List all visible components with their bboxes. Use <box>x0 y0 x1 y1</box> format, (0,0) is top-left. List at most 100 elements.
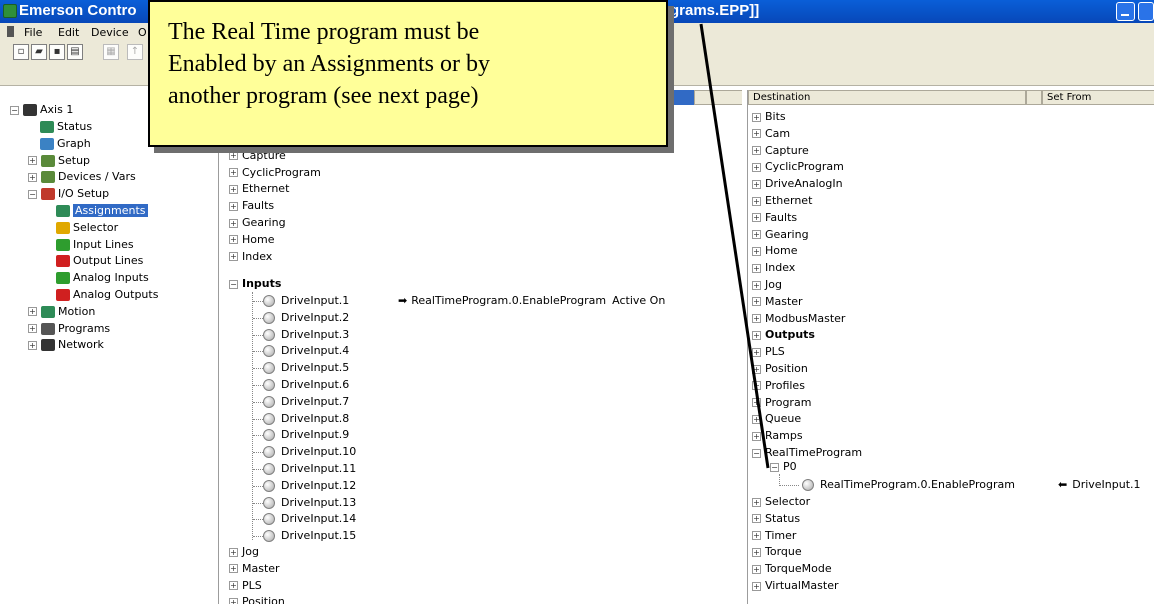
drive-input-item[interactable]: DriveInput.14 <box>263 511 356 527</box>
menu-online[interactable]: O <box>138 26 147 39</box>
maximize-button[interactable] <box>1138 2 1154 21</box>
source-group-capture[interactable]: + Capture <box>229 148 286 164</box>
drive-input-item[interactable]: DriveInput.9 <box>263 427 349 443</box>
tree-item-output-lines[interactable]: Output Lines <box>56 253 143 269</box>
destination-subgroup-p0[interactable]: − P0 <box>770 459 797 475</box>
destination-group-modbusmaster[interactable]: + ModbusMaster <box>752 311 845 327</box>
new-file-icon[interactable]: ▫ <box>13 44 29 60</box>
collapse-toggle-icon[interactable]: − <box>229 279 238 289</box>
drive-input-item[interactable]: DriveInput.7 <box>263 394 349 410</box>
source-group-ethernet[interactable]: + Ethernet <box>229 181 289 197</box>
drive-input-item[interactable]: DriveInput.10 <box>263 444 356 460</box>
expand-toggle-icon[interactable]: + <box>229 235 238 245</box>
drive-input-item[interactable]: DriveInput.13 <box>263 495 356 511</box>
destination-group-status[interactable]: + Status <box>752 511 800 527</box>
expand-toggle-icon[interactable]: + <box>752 162 761 172</box>
expand-toggle-icon[interactable]: + <box>752 581 761 591</box>
expand-toggle-icon[interactable]: + <box>752 564 761 574</box>
destination-group-cam[interactable]: + Cam <box>752 126 790 142</box>
expand-toggle-icon[interactable]: + <box>28 156 37 166</box>
menu-edit[interactable]: Edit <box>58 26 79 39</box>
source-group-master[interactable]: + Master <box>229 561 280 577</box>
destination-group-position[interactable]: + Position <box>752 361 808 377</box>
sort-arrow-icon[interactable] <box>1026 90 1042 105</box>
expand-toggle-icon[interactable]: + <box>752 196 761 206</box>
tree-item-analog-outputs[interactable]: Analog Outputs <box>56 287 158 303</box>
source-group-pls[interactable]: + PLS <box>229 578 262 594</box>
destination-group-realtimeprogram[interactable]: − RealTimeProgram <box>752 445 862 461</box>
assignment-entry[interactable]: ➡ RealTimeProgram.0.EnableProgram Active O… <box>398 293 665 309</box>
expand-toggle-icon[interactable]: + <box>28 172 37 182</box>
destination-group-index[interactable]: + Index <box>752 260 795 276</box>
expand-toggle-icon[interactable]: + <box>752 146 761 156</box>
expand-toggle-icon[interactable]: + <box>229 597 238 604</box>
expand-toggle-icon[interactable]: + <box>752 497 761 507</box>
expand-toggle-icon[interactable]: + <box>229 201 238 211</box>
destination-group-torquemode[interactable]: + TorqueMode <box>752 561 832 577</box>
destination-group-driveanalogin[interactable]: + DriveAnalogIn <box>752 176 843 192</box>
tree-item-status[interactable]: Status <box>40 119 92 135</box>
destination-group-virtualmaster[interactable]: + VirtualMaster <box>752 578 839 594</box>
expand-toggle-icon[interactable]: + <box>752 297 761 307</box>
destination-group-jog[interactable]: + Jog <box>752 277 782 293</box>
tree-item-graph[interactable]: Graph <box>40 136 91 152</box>
tree-item-analog-inputs[interactable]: Analog Inputs <box>56 270 149 286</box>
drive-input-item[interactable]: DriveInput.15 <box>263 528 356 544</box>
destination-group-queue[interactable]: + Queue <box>752 411 801 427</box>
tree-item-programs[interactable]: + Programs <box>28 321 110 337</box>
destination-group-cyclicprogram[interactable]: + CyclicProgram <box>752 159 844 175</box>
print-icon[interactable]: ▤ <box>67 44 83 60</box>
expand-toggle-icon[interactable]: + <box>752 179 761 189</box>
destination-group-capture[interactable]: + Capture <box>752 143 809 159</box>
drive-input-item[interactable]: DriveInput.11 <box>263 461 356 477</box>
tree-item-motion[interactable]: + Motion <box>28 304 95 320</box>
upload-icon[interactable]: ↑ <box>127 44 143 60</box>
expand-toggle-icon[interactable]: + <box>752 398 761 408</box>
destination-group-ethernet[interactable]: + Ethernet <box>752 193 812 209</box>
expand-toggle-icon[interactable]: + <box>752 314 761 324</box>
drive-input-item[interactable]: DriveInput.1 <box>263 293 349 309</box>
source-group-index[interactable]: + Index <box>229 249 272 265</box>
expand-toggle-icon[interactable]: + <box>229 218 238 228</box>
destination-group-home[interactable]: + Home <box>752 243 797 259</box>
expand-toggle-icon[interactable]: + <box>752 431 761 441</box>
expand-toggle-icon[interactable]: + <box>752 414 761 424</box>
expand-toggle-icon[interactable]: + <box>752 213 761 223</box>
open-folder-icon[interactable]: ▰ <box>31 44 47 60</box>
expand-toggle-icon[interactable]: + <box>752 129 761 139</box>
tree-item-setup[interactable]: + Setup <box>28 153 90 169</box>
source-group-cyclicprogram[interactable]: + CyclicProgram <box>229 165 321 181</box>
expand-toggle-icon[interactable]: + <box>752 347 761 357</box>
expand-toggle-icon[interactable]: + <box>229 564 238 574</box>
expand-toggle-icon[interactable]: + <box>229 168 238 178</box>
expand-toggle-icon[interactable]: + <box>752 381 761 391</box>
source-group-gearing[interactable]: + Gearing <box>229 215 286 231</box>
save-icon[interactable]: ▪ <box>49 44 65 60</box>
destination-group-master[interactable]: + Master <box>752 294 803 310</box>
destination-group-program[interactable]: + Program <box>752 395 811 411</box>
expand-toggle-icon[interactable]: + <box>229 581 238 591</box>
collapse-toggle-icon[interactable]: − <box>770 462 779 472</box>
destination-group-torque[interactable]: + Torque <box>752 544 802 560</box>
destination-group-selector[interactable]: + Selector <box>752 494 810 510</box>
expand-toggle-icon[interactable]: + <box>752 514 761 524</box>
disabled-tool-icon[interactable]: ▦ <box>103 44 119 60</box>
destination-group-bits[interactable]: + Bits <box>752 109 786 125</box>
expand-toggle-icon[interactable]: + <box>752 263 761 273</box>
destination-group-gearing[interactable]: + Gearing <box>752 227 809 243</box>
expand-toggle-icon[interactable]: − <box>10 105 19 115</box>
expand-toggle-icon[interactable]: + <box>752 330 761 340</box>
expand-toggle-icon[interactable]: + <box>752 547 761 557</box>
source-group-home[interactable]: + Home <box>229 232 274 248</box>
expand-toggle-icon[interactable]: + <box>28 307 37 317</box>
source-group-position[interactable]: + Position <box>229 594 285 604</box>
drive-input-item[interactable]: DriveInput.6 <box>263 377 349 393</box>
drive-input-item[interactable]: DriveInput.4 <box>263 343 349 359</box>
drive-input-item[interactable]: DriveInput.12 <box>263 478 356 494</box>
destination-group-ramps[interactable]: + Ramps <box>752 428 803 444</box>
tree-item-axis-1[interactable]: − Axis 1 <box>10 102 73 118</box>
menu-file[interactable]: File <box>24 26 42 39</box>
expand-toggle-icon[interactable]: + <box>752 246 761 256</box>
minimize-button[interactable] <box>1116 2 1135 21</box>
set-from-column-header[interactable]: Set From <box>1042 90 1154 105</box>
